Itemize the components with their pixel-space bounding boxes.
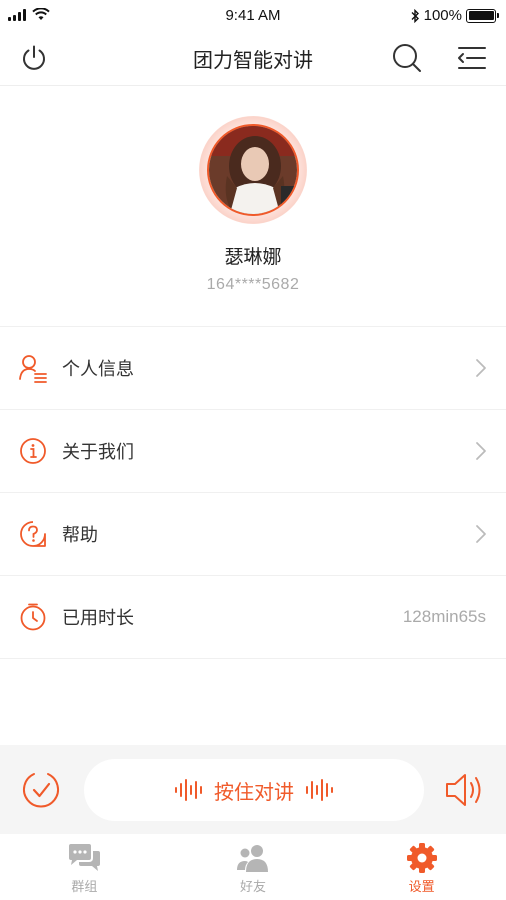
chat-icon [65,842,103,874]
user-info-icon [18,353,48,383]
status-right: 100% [410,7,499,24]
settings-gear-icon [403,842,441,874]
help-icon [18,519,48,549]
profile-phone: 164****5682 [206,276,300,293]
usage-time-value: 128min65s [402,607,486,626]
chevron-right-icon [476,442,486,460]
app-header: 团力智能对讲 [0,30,506,86]
sound-wave-left-icon [175,779,202,801]
profile-section: 瑟琳娜 164****5682 [0,86,506,326]
avatar-photo [207,124,299,216]
chevron-right-icon [476,525,486,543]
settings-menu: 个人信息 关于我们 帮助 已用时长 128min65s [0,326,506,659]
tab-settings[interactable]: 设置 [337,834,506,900]
status-bar: 9:41 AM 100% [0,0,506,30]
push-to-talk-label: 按住对讲 [214,781,294,804]
tab-friends[interactable]: 好友 [169,834,338,900]
check-button[interactable] [18,767,64,813]
push-to-talk-button[interactable]: 按住对讲 [84,759,424,821]
menu-item-label: 已用时长 [62,608,134,628]
bottom-tab-bar: 群组 好友 设置 [0,834,506,900]
timer-icon [18,602,48,632]
avatar[interactable] [199,116,307,224]
menu-item-about-us[interactable]: 关于我们 [0,410,506,493]
menu-item-label: 帮助 [62,525,98,545]
chevron-right-icon [476,359,486,377]
ptt-bar: 按住对讲 [0,745,506,834]
tab-label: 群组 [71,879,98,894]
menu-collapse-icon [458,47,486,69]
menu-item-help[interactable]: 帮助 [0,493,506,576]
speaker-button[interactable] [442,767,488,813]
bluetooth-icon [411,8,419,23]
search-button[interactable] [389,40,425,76]
menu-item-usage-time: 已用时长 128min65s [0,576,506,659]
tab-label: 好友 [240,879,267,894]
check-circle-icon [23,773,59,808]
page-title: 团力智能对讲 [193,50,313,72]
speaker-icon [446,774,481,806]
info-circle-icon [18,436,48,466]
menu-item-label: 个人信息 [62,359,134,379]
battery-icon [466,8,499,23]
menu-item-label: 关于我们 [62,442,134,462]
menu-button[interactable] [453,40,489,76]
tab-groups[interactable]: 群组 [0,834,169,900]
tab-label: 设置 [408,879,435,894]
profile-name: 瑟琳娜 [224,247,282,268]
search-icon [393,44,421,72]
friends-icon [234,842,272,874]
sound-wave-right-icon [306,779,333,801]
menu-item-personal-info[interactable]: 个人信息 [0,327,506,410]
battery-percent: 100% [423,7,462,24]
